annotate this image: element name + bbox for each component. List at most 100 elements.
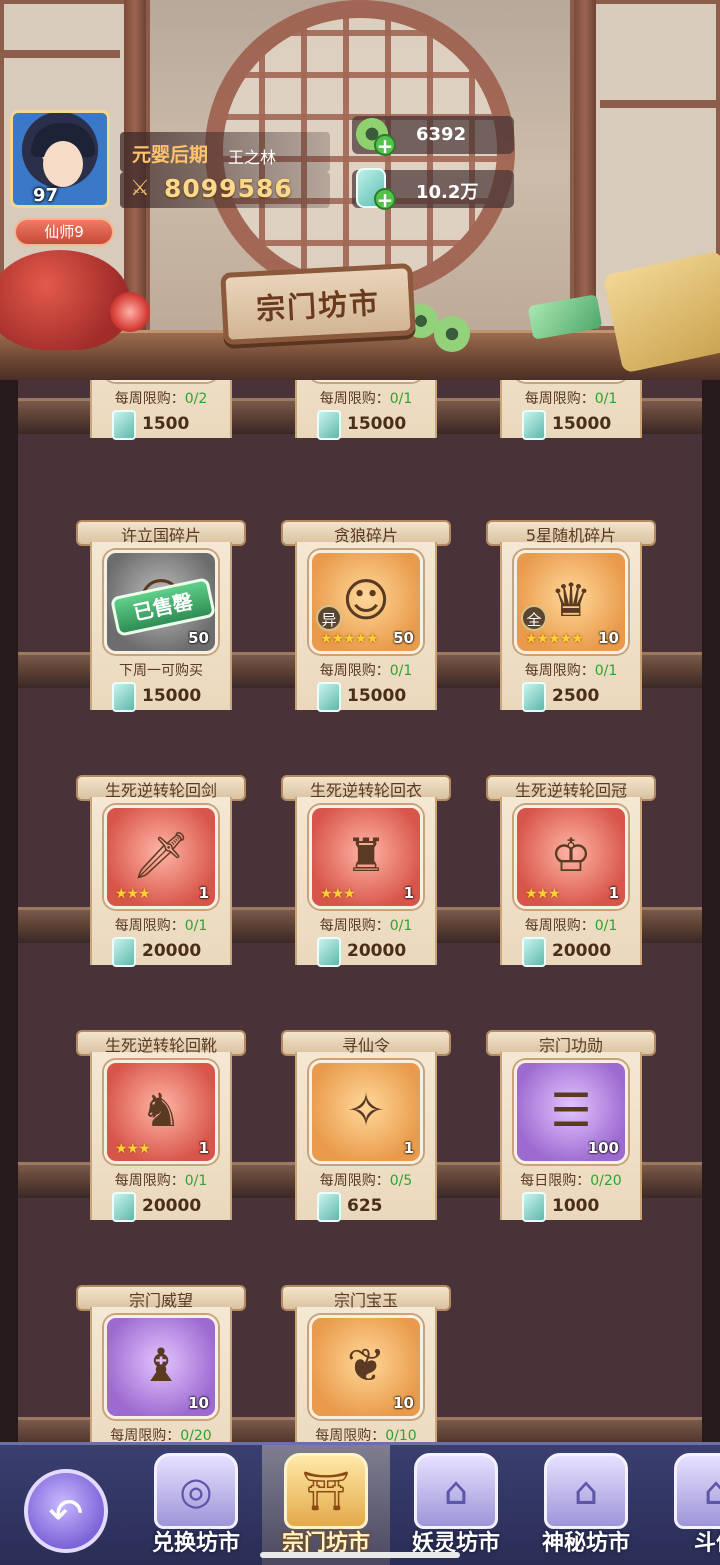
shop-item-card[interactable]: 生死逆转轮回靴 ♞ ★★★ 1 每周限购：0/1 20000 — [76, 1030, 246, 1228]
shop-item-card[interactable]: 宗门威望 ♝ 10 每周限购：0/20 — [76, 1285, 246, 1442]
item-icon-box[interactable]: ☺ 异 ★★★★★ 50 — [309, 550, 423, 654]
item-price: 1500 — [142, 414, 190, 434]
item-icon-box[interactable]: ♔ ★★★ 1 — [514, 805, 628, 909]
limit-label: 每周限购： — [319, 1173, 390, 1189]
tab-spirit-market[interactable]: ⌂ 妖灵坊市 — [392, 1445, 520, 1565]
home-indicator — [260, 1552, 460, 1558]
rank-badge[interactable]: 仙师9 — [14, 218, 114, 246]
item-icon-box[interactable]: ❦ 10 — [309, 1315, 423, 1419]
shop-item-card[interactable]: 生死逆转轮回剑 🗡 ★★★ 1 每周限购：0/1 20000 — [76, 775, 246, 973]
add-jade-button[interactable]: + — [374, 134, 396, 156]
item-count: 10 — [393, 1394, 414, 1412]
item-name: 生死逆转轮回冠 — [514, 781, 627, 800]
item-icon-box[interactable]: 🗡 ★★★ 1 — [104, 805, 218, 909]
item-name: 贪狼碎片 — [333, 526, 398, 545]
limit-value: 0/1 — [389, 918, 413, 934]
shop-item-card[interactable]: 宗门宝玉 ❦ 10 每周限购：0/10 — [281, 1285, 451, 1442]
item-count: 1 — [403, 1139, 414, 1157]
purchase-limit: 每周限购：0/1 — [285, 915, 447, 935]
page-title: 宗门坊市 — [255, 285, 381, 327]
item-count: 1 — [608, 884, 619, 902]
buy-button[interactable]: 15000 — [285, 680, 447, 714]
item-price: 15000 — [347, 414, 407, 434]
contribution-token-icon — [317, 1192, 341, 1222]
shop-item-card[interactable]: 许立国碎片 ☺50已售罄下周一可购买 15000 — [76, 520, 246, 718]
crossed-swords-icon: ⚔ — [130, 176, 150, 201]
shop-item-card[interactable]: ✦★★★★★50 每周限购：0/1 15000 — [490, 380, 652, 446]
buy-button[interactable]: 15000 — [80, 680, 242, 714]
shop-item-grid[interactable]: ✦★★★★★50每周限购：0/21500✦★★★★★50每周限购：0/11500… — [0, 380, 720, 1442]
contribution-token-icon — [522, 682, 546, 712]
buy-button[interactable]: 20000 — [80, 1190, 242, 1224]
item-price: 2500 — [552, 686, 600, 706]
buy-button[interactable]: 2500 — [490, 680, 652, 714]
buy-button[interactable]: 20000 — [80, 935, 242, 969]
item-icon-box[interactable]: ♜ ★★★ 1 — [309, 805, 423, 909]
item-price: 15000 — [142, 686, 202, 706]
shop-item-card[interactable]: 宗门功勋 ☰ 100 每日限购：0/20 1000 — [486, 1030, 656, 1228]
jade-coin-icon — [434, 316, 470, 352]
tab-mystery-market[interactable]: ⌂ 神秘坊市 — [522, 1445, 650, 1565]
purchase-limit: 每日限购：0/20 — [490, 1170, 652, 1190]
shop-item-card[interactable]: 生死逆转轮回冠 ♔ ★★★ 1 每周限购：0/1 20000 — [486, 775, 656, 973]
shop-item-card[interactable]: 寻仙令 ✧ 1 每周限购：0/5 625 — [281, 1030, 451, 1228]
buy-button[interactable]: 15000 — [285, 408, 447, 442]
item-icon-box[interactable]: ✦★★★★★50 — [514, 380, 628, 382]
limit-label: 每周限购： — [524, 391, 595, 407]
purchase-limit: 每周限购：0/1 — [490, 915, 652, 935]
item-name: 许立国碎片 — [120, 526, 201, 545]
boots-icon: ♞ — [140, 1083, 182, 1138]
buy-button[interactable]: 625 — [285, 1190, 447, 1224]
buy-button[interactable]: 20000 — [285, 935, 447, 969]
item-icon-box[interactable]: ✦★★★★★50 — [104, 380, 218, 382]
item-price: 15000 — [552, 414, 612, 434]
item-icon-box[interactable]: ♝ 10 — [104, 1315, 218, 1419]
contribution-token-icon — [112, 1192, 136, 1222]
item-stars: ★★★ — [115, 886, 151, 902]
sword-icon: 🗡 — [131, 828, 191, 883]
buy-button[interactable]: 1000 — [490, 1190, 652, 1224]
contribution-token-icon — [112, 682, 136, 712]
contribution-token-icon — [317, 937, 341, 967]
tab-sect-market[interactable]: ⛩ 宗门坊市 — [262, 1445, 390, 1565]
shop-item-card[interactable]: ✦★★★★★50 每周限购：0/1 15000 — [285, 380, 447, 446]
item-count: 10 — [188, 1394, 209, 1412]
item-icon-box[interactable]: ✦★★★★★50 — [309, 380, 423, 382]
tab-exchange-market[interactable]: ◎ 兑换坊市 — [132, 1445, 260, 1565]
add-contribution-button[interactable]: + — [374, 188, 396, 210]
limit-value: 0/1 — [389, 391, 413, 407]
item-icon-box[interactable]: ♞ ★★★ 1 — [104, 1060, 218, 1164]
limit-label: 每周限购： — [524, 918, 595, 934]
back-button[interactable]: ↶ — [24, 1469, 108, 1553]
limit-value: 0/20 — [590, 1173, 622, 1189]
item-price: 20000 — [142, 1196, 202, 1216]
robe-icon: ♜ — [345, 828, 387, 883]
item-icon-box[interactable]: ☺50已售罄 — [104, 550, 218, 654]
buy-button[interactable]: 15000 — [490, 408, 652, 442]
player-level: 97 — [33, 185, 59, 206]
player-realm: 元婴后期 — [132, 144, 209, 166]
shop-item-card[interactable]: 贪狼碎片 ☺ 异 ★★★★★ 50 每周限购：0/1 15000 — [281, 520, 451, 718]
item-icon-box[interactable]: ☰ 100 — [514, 1060, 628, 1164]
item-icon-box[interactable]: ♛ 全 ★★★★★ 10 — [514, 550, 628, 654]
item-price: 1000 — [552, 1196, 600, 1216]
buy-button[interactable]: 1500 — [80, 408, 242, 442]
item-count: 100 — [587, 1139, 619, 1157]
currency-value: 6392 — [416, 124, 467, 145]
bottom-nav: ↶ ◎ 兑换坊市 ⛩ 宗门坊市 ⌂ 妖灵坊市 ⌂ 神秘坊市 ⌂ 斗仙 — [0, 1442, 720, 1565]
limit-value: 0/1 — [594, 391, 618, 407]
purchase-limit: 每周限购：0/1 — [285, 388, 447, 408]
shop-item-card[interactable]: 5星随机碎片 ♛ 全 ★★★★★ 10 每周限购：0/1 2500 — [486, 520, 656, 718]
shop-item-card[interactable]: 生死逆转轮回衣 ♜ ★★★ 1 每周限购：0/1 20000 — [281, 775, 451, 973]
purchase-limit: 下周一可购买 — [80, 660, 242, 680]
tab-duel-market[interactable]: ⌂ 斗仙 — [652, 1445, 720, 1565]
contribution-token-icon — [317, 410, 341, 440]
buy-button[interactable]: 20000 — [490, 935, 652, 969]
item-icon-box[interactable]: ✧ 1 — [309, 1060, 423, 1164]
mystery-market-icon: ⌂ — [544, 1453, 628, 1529]
item-price: 625 — [347, 1196, 383, 1216]
avatar[interactable]: 97 — [10, 110, 110, 208]
purchase-limit: 每周限购：0/1 — [490, 388, 652, 408]
shop-item-card[interactable]: ✦★★★★★50 每周限购：0/2 1500 — [80, 380, 242, 446]
item-tag: 异 — [316, 605, 342, 631]
